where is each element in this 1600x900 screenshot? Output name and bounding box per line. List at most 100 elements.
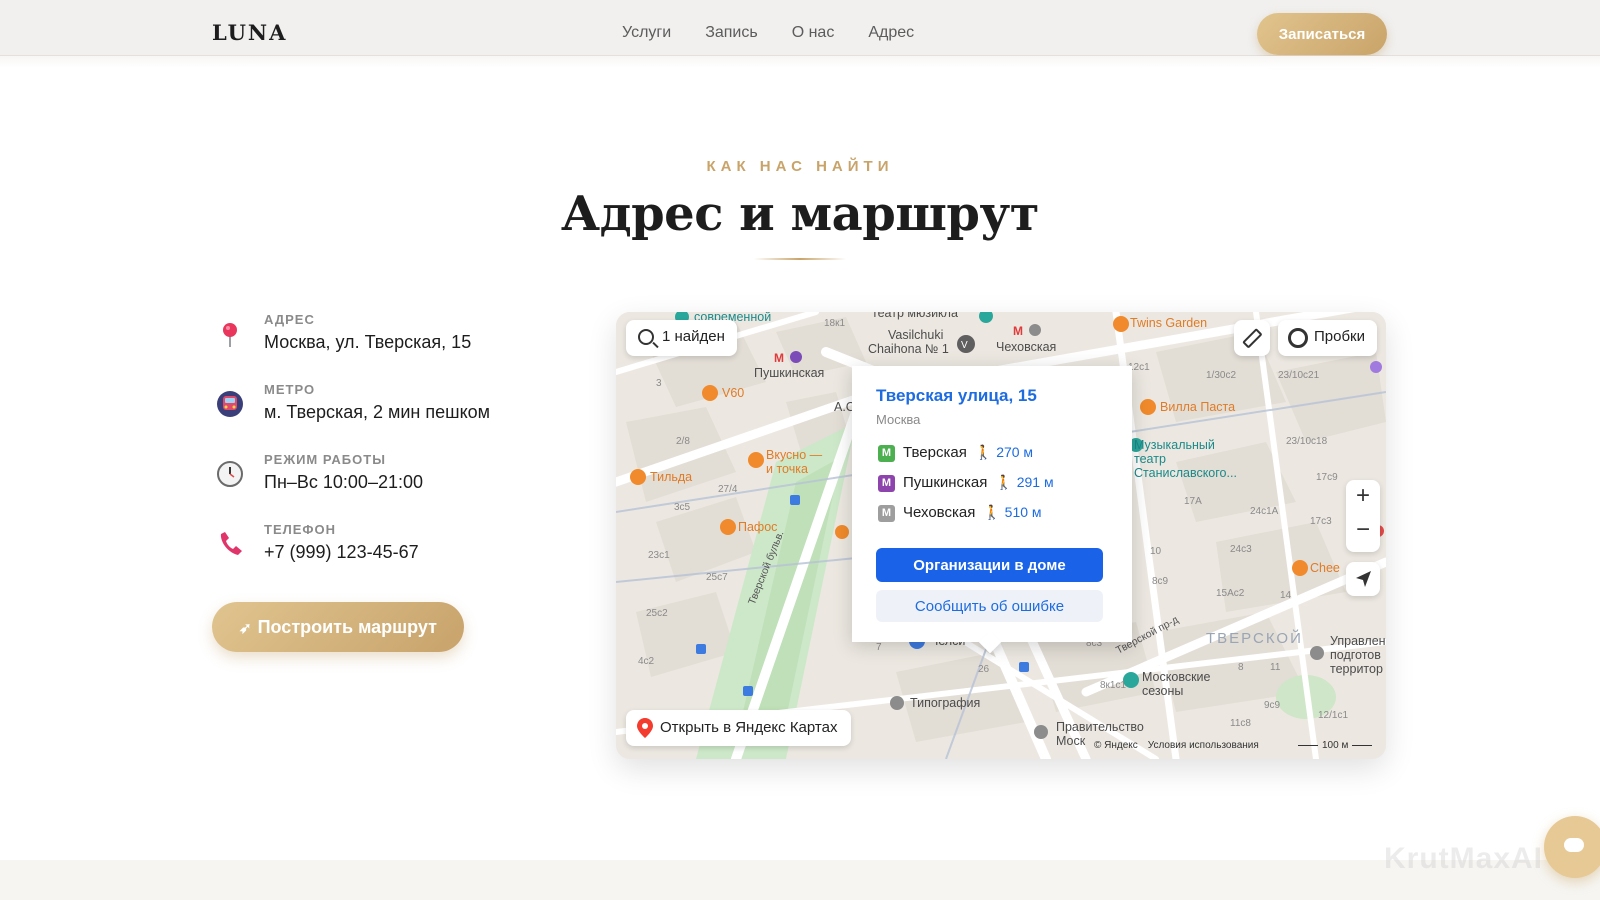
walk-distance: 🚶 510 м bbox=[983, 504, 1041, 520]
map-label: Вкусно — bbox=[766, 448, 823, 462]
geolocation-button[interactable] bbox=[1346, 562, 1380, 596]
map-label: Пафос bbox=[738, 520, 778, 534]
info-metro: МЕТРО м. Тверская, 2 мин пешком bbox=[212, 382, 542, 434]
info-label: АДРЕС bbox=[264, 312, 315, 327]
build-route-button[interactable]: ➶ Построить маршрут bbox=[212, 602, 464, 652]
info-address: АДРЕС Москва, ул. Тверская, 15 bbox=[212, 312, 542, 364]
location-arrow-icon bbox=[1356, 571, 1371, 587]
zoom-control: + − bbox=[1346, 480, 1380, 552]
zoom-in-button[interactable]: + bbox=[1346, 482, 1380, 510]
nav-link-services[interactable]: Услуги bbox=[622, 24, 671, 42]
walk-distance: 🚶 291 м bbox=[995, 474, 1053, 490]
title-divider bbox=[754, 258, 846, 260]
map-label: Типография bbox=[910, 696, 981, 710]
house-number: 23/10с21 bbox=[1278, 370, 1320, 381]
house-number: 25с2 bbox=[646, 608, 668, 619]
map-label: театр мюзикла bbox=[872, 312, 958, 320]
main-nav: Услуги Запись О нас Адрес bbox=[622, 24, 914, 42]
map-label: Vasilchuki bbox=[888, 328, 944, 342]
map-label: Чеховская bbox=[996, 340, 1057, 354]
map-label: сезоны bbox=[1142, 684, 1184, 698]
info-value: м. Тверская, 2 мин пешком bbox=[264, 402, 491, 422]
metro-station-row[interactable]: M Тверская 🚶 270 м bbox=[878, 444, 1033, 466]
walk-icon: 🚶 bbox=[995, 474, 1017, 490]
map-label: Тильда bbox=[650, 470, 693, 484]
zoom-out-button[interactable]: − bbox=[1346, 516, 1380, 544]
house-number: 10 bbox=[1150, 546, 1162, 557]
map-label: V60 bbox=[722, 386, 745, 400]
svg-text:M: M bbox=[1013, 324, 1023, 338]
map-search-results[interactable]: 1 найден bbox=[626, 320, 737, 356]
ruler-icon bbox=[1242, 328, 1262, 348]
address-popup: Тверская улица, 15 Москва M Тверская 🚶 270… bbox=[852, 366, 1132, 642]
open-in-yandex-maps-link[interactable]: Открыть в Яндекс Картах bbox=[626, 710, 852, 746]
nav-link-booking[interactable]: Запись bbox=[705, 24, 758, 42]
info-label: ТЕЛЕФОН bbox=[264, 522, 336, 537]
open-in-yandex-label: Открыть в Яндекс Картах bbox=[660, 719, 838, 736]
info-label: РЕЖИМ РАБОТЫ bbox=[264, 452, 386, 467]
map-scale: 100 м bbox=[1294, 740, 1376, 751]
ruler-button[interactable] bbox=[1234, 320, 1270, 356]
pin-icon bbox=[637, 718, 653, 738]
map-label: Правительство bbox=[1056, 720, 1144, 734]
house-number: 23с1 bbox=[648, 550, 670, 561]
house-number: 23/10с18 bbox=[1286, 436, 1328, 447]
info-value: +7 (999) 123-45-67 bbox=[264, 542, 419, 562]
info-label: МЕТРО bbox=[264, 382, 316, 397]
yandex-copyright[interactable]: © Яндекс bbox=[1094, 740, 1138, 751]
map-label: Chee bbox=[1310, 561, 1340, 575]
search-icon bbox=[638, 329, 654, 345]
nav-link-about[interactable]: О нас bbox=[792, 24, 835, 42]
popup-city: Москва bbox=[876, 412, 921, 427]
house-number: 12/1с1 bbox=[1318, 710, 1349, 721]
traffic-button[interactable]: Пробки bbox=[1278, 320, 1377, 356]
house-number: 4с2 bbox=[638, 656, 655, 667]
house-number: 14 bbox=[1280, 590, 1292, 601]
info-value: Москва, ул. Тверская, 15 bbox=[264, 332, 472, 352]
metro-icon: M bbox=[878, 504, 895, 522]
map-label: Станиславского... bbox=[1134, 466, 1237, 480]
logo[interactable]: LUNA bbox=[212, 20, 287, 45]
search-result-count: 1 найден bbox=[662, 328, 725, 345]
report-error-button[interactable]: Сообщить об ошибке bbox=[876, 590, 1103, 622]
walk-distance-value: 510 м bbox=[1004, 504, 1042, 520]
metro-icon bbox=[217, 391, 243, 417]
map-label: Музыкальный bbox=[1134, 438, 1215, 452]
clock-icon bbox=[217, 461, 243, 487]
map-icon: ➶ bbox=[239, 619, 252, 637]
organizations-button[interactable]: Организации в доме bbox=[876, 548, 1103, 582]
walk-distance: 🚶 270 м bbox=[975, 444, 1033, 460]
metro-station-row[interactable]: M Чеховская 🚶 510 м bbox=[878, 504, 1042, 526]
walk-distance-value: 291 м bbox=[1016, 474, 1054, 490]
house-number: 18к1 bbox=[824, 318, 846, 329]
svg-text:V: V bbox=[961, 340, 968, 351]
metro-station-name: Пушкинская bbox=[903, 474, 988, 491]
site-header: LUNA Услуги Запись О нас Адрес Записатьс… bbox=[0, 0, 1600, 56]
yandex-map[interactable]: M M V современной театр мюзикла Vasilchu… bbox=[616, 312, 1386, 759]
map-district-label: ТВЕРСКОЙ bbox=[1206, 630, 1303, 647]
map-label: Twins Garden bbox=[1130, 316, 1208, 330]
map-label: территор bbox=[1330, 662, 1383, 676]
house-number: 1/30с2 bbox=[1206, 370, 1237, 381]
house-number: 17с9 bbox=[1316, 472, 1338, 483]
traffic-label: Пробки bbox=[1314, 328, 1365, 345]
info-phone: ТЕЛЕФОН +7 (999) 123-45-67 bbox=[212, 522, 542, 574]
map-label: подготов bbox=[1330, 648, 1381, 662]
scale-label: 100 м bbox=[1322, 740, 1349, 751]
map-label: Пушкинская bbox=[754, 366, 825, 380]
phone-icon bbox=[220, 532, 242, 555]
info-value: Пн–Вс 10:00–21:00 bbox=[264, 472, 423, 492]
traffic-icon bbox=[1288, 328, 1308, 348]
map-label: Управлен bbox=[1330, 634, 1386, 648]
next-section-band bbox=[0, 860, 1600, 900]
svg-text:M: M bbox=[774, 351, 784, 365]
map-label: Вилла Паста bbox=[1160, 400, 1236, 414]
nav-link-address[interactable]: Адрес bbox=[868, 24, 914, 42]
book-button[interactable]: Записаться bbox=[1257, 13, 1387, 55]
chat-button[interactable] bbox=[1544, 816, 1600, 878]
terms-link[interactable]: Условия использования bbox=[1148, 740, 1259, 751]
house-number: 25с7 bbox=[706, 572, 728, 583]
metro-icon: M bbox=[878, 444, 895, 462]
popup-title[interactable]: Тверская улица, 15 bbox=[876, 386, 1037, 406]
metro-station-row[interactable]: M Пушкинская 🚶 291 м bbox=[878, 474, 1054, 496]
